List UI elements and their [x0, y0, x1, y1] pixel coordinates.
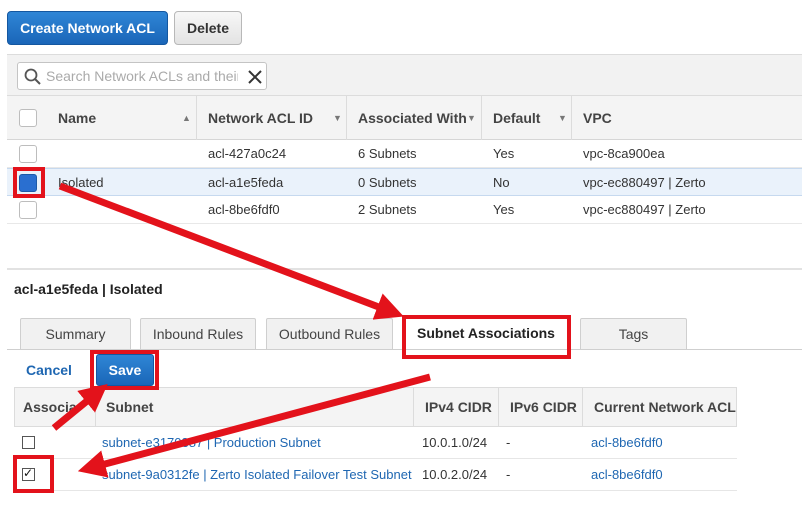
row-vpc: vpc-8ca900ea: [583, 146, 665, 161]
column-name[interactable]: Name ▲: [47, 96, 197, 140]
tabs-underline: [7, 349, 802, 350]
column-subnet[interactable]: Subnet: [96, 388, 414, 426]
search-box[interactable]: [17, 62, 267, 90]
acl-table-header: Name ▲ Network ACL ID ▼ Associated With ▼ D…: [7, 96, 802, 140]
subnet-row[interactable]: subnet-9a0312fe | Zerto Isolated Failove…: [14, 459, 737, 491]
subnet-link[interactable]: subnet-e3170387 | Production Subnet: [102, 427, 321, 459]
subnet-table-header: Associa Subnet IPv4 CIDR IPv6 CIDR Curre…: [14, 387, 737, 427]
tab-inbound-rules[interactable]: Inbound Rules: [140, 318, 256, 350]
sort-caret-icon[interactable]: ▼: [333, 96, 342, 140]
column-current-network-acl[interactable]: Current Network ACL: [583, 388, 736, 426]
create-network-acl-button[interactable]: Create Network ACL: [7, 11, 168, 45]
column-association[interactable]: Associa: [15, 388, 96, 426]
row-default: No: [493, 175, 510, 190]
select-all-checkbox[interactable]: [19, 109, 37, 127]
subnet-checkbox[interactable]: [22, 436, 35, 449]
subnet-row[interactable]: subnet-e3170387 | Production Subnet 10.0…: [14, 427, 737, 459]
delete-button[interactable]: Delete: [174, 11, 242, 45]
sort-caret-icon[interactable]: ▼: [467, 96, 476, 140]
tab-outbound-rules[interactable]: Outbound Rules: [266, 318, 393, 350]
subnet-ipv6: -: [506, 467, 511, 482]
subnet-link[interactable]: subnet-9a0312fe | Zerto Isolated Failove…: [102, 459, 412, 491]
tab-subnet-associations[interactable]: Subnet Associations: [404, 317, 568, 352]
column-vpc[interactable]: VPC: [572, 96, 802, 140]
column-ipv6-cidr[interactable]: IPv6 CIDR: [499, 388, 583, 426]
row-associated-with: 0 Subnets: [358, 175, 417, 190]
row-vpc: vpc-ec880497 | Zerto: [583, 202, 706, 217]
table-row[interactable]: acl-427a0c24 6 Subnets Yes vpc-8ca900ea: [7, 140, 802, 168]
subnet-ipv4: 10.0.1.0/24: [422, 435, 488, 450]
subnet-ipv6: -: [506, 435, 511, 450]
clear-icon[interactable]: [247, 69, 263, 85]
row-acl-id: acl-a1e5feda: [208, 175, 284, 190]
detail-title: acl-a1e5feda | Isolated: [14, 281, 163, 297]
column-default[interactable]: Default ▼: [482, 96, 572, 140]
row-checkbox[interactable]: [19, 145, 37, 163]
column-network-acl-id[interactable]: Network ACL ID ▼: [197, 96, 347, 140]
row-default: Yes: [493, 146, 515, 161]
table-row-selected[interactable]: Isolated acl-a1e5feda 0 Subnets No vpc-e…: [7, 168, 802, 196]
cancel-link[interactable]: Cancel: [26, 362, 72, 378]
row-vpc: vpc-ec880497 | Zerto: [583, 175, 706, 190]
sort-caret-icon[interactable]: ▲: [182, 96, 191, 140]
table-row[interactable]: acl-8be6fdf0 2 Subnets Yes vpc-ec880497 …: [7, 196, 802, 224]
search-icon: [24, 68, 41, 85]
current-acl-link[interactable]: acl-8be6fdf0: [591, 427, 663, 459]
panel-divider[interactable]: [7, 268, 802, 270]
column-ipv4-cidr[interactable]: IPv4 CIDR: [414, 388, 499, 426]
current-acl-link[interactable]: acl-8be6fdf0: [591, 459, 663, 491]
row-checkbox[interactable]: [19, 201, 37, 219]
sort-caret-icon[interactable]: ▼: [558, 96, 567, 140]
save-button[interactable]: Save: [96, 354, 154, 386]
row-name: Isolated: [58, 175, 104, 190]
filter-bar: [7, 54, 802, 96]
row-acl-id: acl-427a0c24: [208, 146, 287, 161]
row-associated-with: 2 Subnets: [358, 202, 417, 217]
search-input[interactable]: [44, 65, 240, 87]
subnet-ipv4: 10.0.2.0/24: [422, 467, 488, 482]
row-checkbox-checked[interactable]: [19, 174, 37, 192]
row-acl-id: acl-8be6fdf0: [208, 202, 280, 217]
row-default: Yes: [493, 202, 515, 217]
column-associated-with[interactable]: Associated With ▼: [347, 96, 482, 140]
tab-summary[interactable]: Summary: [20, 318, 131, 350]
tab-tags[interactable]: Tags: [580, 318, 687, 350]
subnet-checkbox-checked[interactable]: [22, 466, 35, 481]
row-associated-with: 6 Subnets: [358, 146, 417, 161]
